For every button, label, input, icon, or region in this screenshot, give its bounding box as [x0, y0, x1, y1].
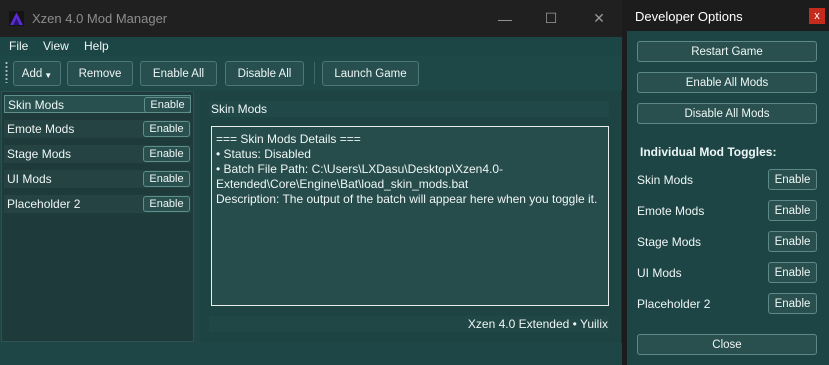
dev-toggle-label: UI Mods	[637, 266, 682, 280]
enable-skin-mods-button[interactable]: Enable	[144, 97, 191, 113]
dev-toggle-skin-mods-button[interactable]: Enable	[768, 169, 817, 190]
disable-all-button[interactable]: Disable All	[225, 61, 304, 86]
menu-bar: File View Help	[0, 37, 622, 56]
enable-stage-mods-button[interactable]: Enable	[143, 146, 190, 162]
minimize-button[interactable]: —	[482, 0, 528, 37]
credits-text: Xzen 4.0 Extended • Yuilix	[467, 317, 608, 331]
dropdown-arrow-icon: ▼	[44, 71, 53, 80]
mod-label: Skin Mods	[8, 98, 65, 112]
details-line: === Skin Mods Details ===	[216, 132, 361, 146]
dev-window-title: Developer Options	[635, 9, 743, 24]
mod-row-emote-mods[interactable]: Emote Mods Enable	[4, 120, 191, 138]
mod-label: Emote Mods	[7, 122, 75, 136]
details-batch-path-cont: Extended\Core\Engine\Bat\load_skin_mods.…	[216, 177, 469, 191]
mod-row-skin-mods[interactable]: Skin Mods Enable	[4, 95, 191, 113]
maximize-button[interactable]: ☐	[528, 0, 574, 37]
toolbar-separator	[314, 62, 315, 84]
dev-close-x-button[interactable]: x	[809, 8, 825, 24]
mod-list: Skin Mods Enable Emote Mods Enable Stage…	[1, 91, 194, 342]
menu-file[interactable]: File	[9, 39, 28, 53]
remove-button[interactable]: Remove	[67, 61, 133, 86]
mod-details-panel: Skin Mods === Skin Mods Details === • St…	[200, 91, 620, 342]
toolbar: Add ▼ Remove Enable All Disable All Laun…	[0, 56, 622, 90]
section-heading: Individual Mod Toggles:	[640, 145, 777, 159]
dev-toggle-ui-mods-button[interactable]: Enable	[768, 262, 817, 283]
details-output-box[interactable]: === Skin Mods Details === • Status: Disa…	[211, 126, 609, 306]
add-dropdown-button[interactable]: Add ▼	[13, 61, 61, 86]
add-button-label: Add	[21, 67, 43, 80]
dev-toggle-placeholder-2-button[interactable]: Enable	[768, 293, 817, 314]
disable-all-mods-button[interactable]: Disable All Mods	[637, 103, 817, 124]
details-header: Skin Mods	[209, 101, 609, 117]
window-title: Xzen 4.0 Mod Manager	[32, 11, 168, 26]
mod-manager-window: Xzen 4.0 Mod Manager — ☐ ✕ File View Hel…	[0, 0, 622, 365]
details-description: Description: The output of the batch wil…	[216, 192, 598, 206]
menu-help[interactable]: Help	[84, 39, 109, 53]
launch-game-button[interactable]: Launch Game	[322, 61, 419, 86]
app-logo-icon	[9, 11, 24, 26]
enable-ui-mods-button[interactable]: Enable	[143, 171, 190, 187]
restart-game-button[interactable]: Restart Game	[637, 41, 817, 62]
dev-close-button[interactable]: Close	[637, 334, 817, 355]
menu-view[interactable]: View	[43, 39, 69, 53]
enable-all-mods-button[interactable]: Enable All Mods	[637, 72, 817, 93]
mod-label: Stage Mods	[7, 147, 72, 161]
status-bar	[0, 343, 622, 365]
dev-toggle-label: Placeholder 2	[637, 297, 711, 311]
mod-row-ui-mods[interactable]: UI Mods Enable	[4, 170, 191, 188]
mod-label: Placeholder 2	[7, 197, 81, 211]
mod-row-stage-mods[interactable]: Stage Mods Enable	[4, 145, 191, 163]
dev-title-bar[interactable]: Developer Options x	[627, 0, 829, 31]
developer-options-window: Developer Options x Restart Game Enable …	[627, 0, 829, 365]
enable-emote-mods-button[interactable]: Enable	[143, 121, 190, 137]
dev-toggle-label: Emote Mods	[637, 204, 705, 218]
enable-all-button[interactable]: Enable All	[140, 61, 217, 86]
title-bar[interactable]: Xzen 4.0 Mod Manager — ☐ ✕	[0, 0, 622, 37]
details-batch-path: • Batch File Path: C:\Users\LXDasu\Deskt…	[216, 162, 503, 176]
dev-toggle-stage-mods-button[interactable]: Enable	[768, 231, 817, 252]
enable-placeholder-2-button[interactable]: Enable	[143, 196, 190, 212]
dev-toggle-label: Stage Mods	[637, 235, 702, 249]
toolbar-grip-handle[interactable]	[5, 61, 8, 83]
dev-toggle-label: Skin Mods	[637, 173, 694, 187]
mod-label: UI Mods	[7, 172, 52, 186]
dev-toggle-emote-mods-button[interactable]: Enable	[768, 200, 817, 221]
credits-bar: Xzen 4.0 Extended • Yuilix	[209, 316, 609, 332]
details-status: • Status: Disabled	[216, 147, 311, 161]
details-title: Skin Mods	[211, 102, 268, 116]
close-window-button[interactable]: ✕	[576, 0, 622, 37]
mod-row-placeholder-2[interactable]: Placeholder 2 Enable	[4, 195, 191, 213]
